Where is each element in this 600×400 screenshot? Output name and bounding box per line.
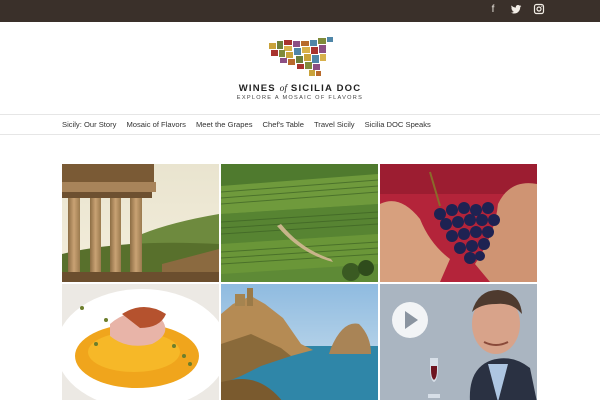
nav-item-chefs-table[interactable]: Chef's Table	[263, 120, 304, 129]
nav-item-travel-sicily[interactable]: Travel Sicily	[314, 120, 355, 129]
temple-photo[interactable]	[62, 164, 219, 282]
grapes-photo[interactable]	[380, 164, 537, 282]
instagram-icon[interactable]	[533, 3, 545, 17]
nav-item-sicilia-doc-speaks[interactable]: Sicilia DOC Speaks	[365, 120, 431, 129]
site-title-last: SICILIA DOC	[290, 83, 362, 94]
site-title-first: WINES	[238, 83, 276, 94]
facebook-icon[interactable]: f	[487, 3, 499, 17]
site-title-of: of	[279, 84, 288, 94]
site-title[interactable]: WINES of SICILIA DOC	[0, 83, 600, 94]
food-photo[interactable]	[62, 284, 219, 400]
video-speaker-photo[interactable]	[380, 284, 537, 400]
vineyard-photo[interactable]	[221, 164, 378, 282]
site-header: WINES of SICILIA DOC EXPLORE A MOSAIC OF…	[0, 22, 600, 114]
nav-item-mosaic-of-flavors[interactable]: Mosaic of Flavors	[126, 120, 186, 129]
site-tagline: EXPLORE A MOSAIC OF FLAVORS	[236, 95, 364, 101]
nav-item-meet-the-grapes[interactable]: Meet the Grapes	[196, 120, 253, 129]
top-bar: f	[0, 0, 600, 22]
main-navigation: Sicily: Our Story Mosaic of Flavors Meet…	[0, 114, 600, 135]
social-links: f	[487, 3, 545, 17]
nav-item-our-story[interactable]: Sicily: Our Story	[62, 120, 116, 129]
coast-photo[interactable]	[221, 284, 378, 400]
sicily-mosaic-logo[interactable]	[269, 37, 333, 77]
twitter-icon[interactable]	[510, 3, 522, 17]
